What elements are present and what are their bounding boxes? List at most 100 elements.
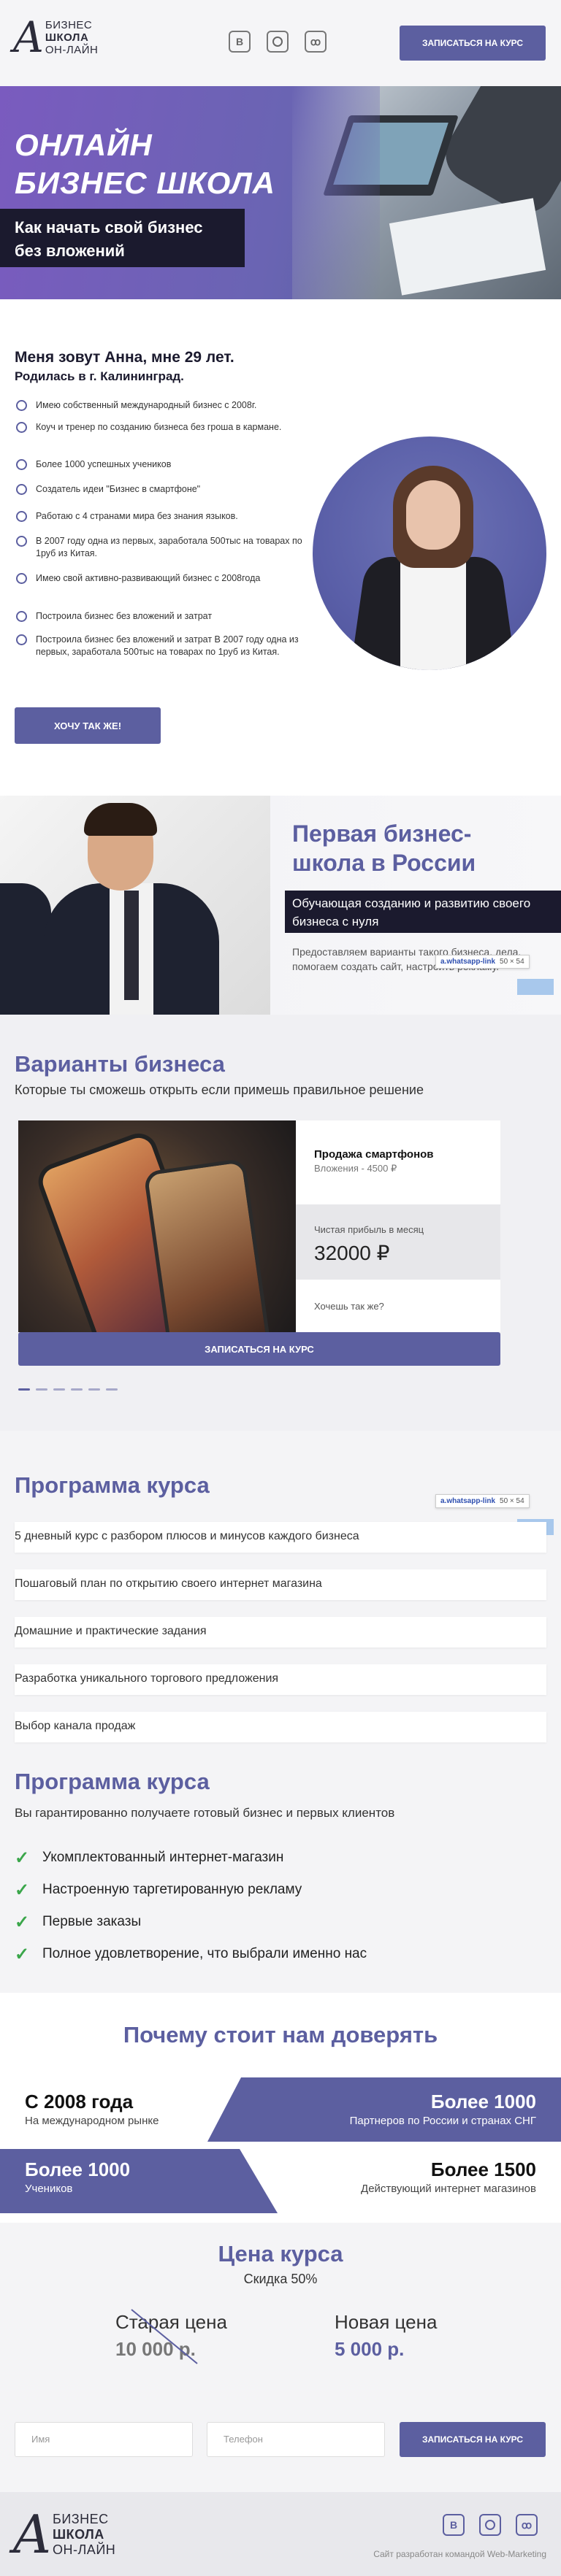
about-bullets: Имею собственный международный бизнес с … <box>16 399 305 677</box>
new-price: Новая цена 5 000 р. <box>335 2311 437 2361</box>
footer-social-links: В ꝏ <box>443 2514 538 2536</box>
program-item-text: Разработка уникального торгового предлож… <box>15 1672 279 1685</box>
about-bullet: Построила бизнес без вложений и затрат В… <box>16 634 305 677</box>
about-bullet: Создатель идеи "Бизнес в смартфоне" <box>16 483 305 510</box>
logo-mark: A <box>13 12 44 62</box>
bullet-circle-icon <box>16 511 27 522</box>
about-bullet-text: Работаю с 4 странами мира без знания язы… <box>36 511 238 521</box>
results-title: Программа курса <box>15 1769 210 1794</box>
profit-label: Чистая прибыль в месяц <box>314 1224 424 1235</box>
program-item-text: Пошаговый план по открытию своего интерн… <box>15 1577 322 1590</box>
check-icon: ✓ <box>15 1912 30 1932</box>
new-price-label: Новая цена <box>335 2311 438 2333</box>
want-same-button[interactable]: ХОЧУ ТАК ЖЕ! <box>15 707 161 744</box>
price-title: Цена курса <box>218 2241 343 2267</box>
result-item: ✓ Укомплектованный интернет-магазин <box>15 1842 367 1874</box>
school-band: Обучающая созданию и развитию своего биз… <box>285 891 561 933</box>
footer-logo-line-2: ШКОЛА <box>53 2526 104 2542</box>
slider-dot[interactable] <box>36 1388 47 1391</box>
profit-box: Чистая прибыль в месяц 32000 ₽ <box>296 1204 500 1280</box>
business-slide: Продажа смартфонов Вложения - 4500 ₽ Чис… <box>18 1120 500 1366</box>
businessman-photo <box>0 796 270 1015</box>
program-item: Домашние и практические задания <box>15 1617 546 1648</box>
logo-text: БИЗНЕС ШКОЛА ОН-ЛАЙН <box>45 19 98 56</box>
results-subtitle: Вы гарантированно получаете готовый бизн… <box>15 1806 395 1820</box>
trust-fact: Более 1000 Партнеров по России и странах… <box>350 2091 536 2127</box>
whatsapp-link[interactable] <box>517 979 554 995</box>
header: A БИЗНЕС ШКОЛА ОН-ЛАЙН В ꝏ ЗАПИСАТЬСЯ НА… <box>0 0 561 86</box>
trust-fact: С 2008 года На международном рынке <box>25 2091 159 2127</box>
slider-dot[interactable] <box>71 1388 83 1391</box>
variants-section: Варианты бизнеса Которые ты сможешь откр… <box>0 1015 561 1431</box>
program-item: 5 дневный курс с разбором плюсов и минус… <box>15 1522 546 1553</box>
program-item: Выбор канала продаж <box>15 1712 546 1742</box>
instagram-icon[interactable] <box>479 2514 501 2536</box>
old-price: Старая цена 10 000 р. <box>115 2309 227 2364</box>
slide-signup-button[interactable]: ЗАПИСАТЬСЯ НА КУРС <box>18 1332 500 1366</box>
whatsapp-tag-size: 50 × 54 <box>500 1497 524 1505</box>
about-bullet: Имею свой активно-развивающий бизнес с 2… <box>16 572 305 610</box>
result-item: ✓ Настроенную таргетированную рекламу <box>15 1874 367 1906</box>
about-heading-line-2: Родилась в г. Калининград. <box>15 369 184 383</box>
result-item-text: Укомплектованный интернет-магазин <box>42 1850 284 1865</box>
profit-value: 32000 ₽ <box>314 1242 390 1264</box>
instagram-icon[interactable] <box>267 31 289 53</box>
about-bullet-text: Коуч и тренер по созданию бизнеса без гр… <box>36 422 282 432</box>
result-item-text: Полное удовлетворение, что выбрали именн… <box>42 1946 367 1961</box>
footer-logo[interactable]: A БИЗНЕС ШКОЛА ОН-ЛАЙН <box>13 2508 115 2561</box>
card-question: Хочешь так же? <box>314 1301 384 1312</box>
new-price-value: 5 000 р. <box>335 2338 405 2360</box>
about-bullet-text: Более 1000 успешных учеников <box>36 459 172 469</box>
name-input[interactable]: Имя <box>15 2422 193 2457</box>
hero-title: ОНЛАЙН БИЗНЕС ШКОЛА <box>15 126 275 202</box>
check-icon: ✓ <box>15 1944 30 1964</box>
about-bullet: В 2007 году одна из первых, заработала 5… <box>16 535 305 572</box>
check-icon: ✓ <box>15 1848 30 1868</box>
bullet-circle-icon <box>16 536 27 547</box>
trust-fact-big: Более 1000 <box>25 2158 131 2180</box>
logo[interactable]: A БИЗНЕС ШКОЛА ОН-ЛАЙН <box>13 16 98 58</box>
hero-title-line-1: ОНЛАЙН <box>15 128 153 162</box>
footer-logo-mark: A <box>13 2504 51 2565</box>
hero-title-line-2: БИЗНЕС ШКОЛА <box>15 166 275 200</box>
hero-banner: ОНЛАЙН БИЗНЕС ШКОЛА Как начать свой бизн… <box>0 86 561 299</box>
trust-fact-small: На международном рынке <box>25 2115 159 2127</box>
trust-fact: Более 1000 Учеников <box>25 2158 130 2195</box>
first-school-section: Первая бизнес- школа в России Обучающая … <box>0 796 561 1015</box>
about-bullet-text: Имею собственный международный бизнес с … <box>36 400 257 410</box>
trust-title: Почему стоит нам доверять <box>123 2022 438 2048</box>
program-item: Пошаговый план по открытию своего интерн… <box>15 1569 546 1600</box>
phone-placeholder: Телефон <box>224 2434 263 2445</box>
variants-subtitle: Которые ты сможешь открыть если примешь … <box>15 1083 424 1097</box>
trust-fact-big: Более 1500 <box>430 2158 536 2180</box>
ok-icon[interactable]: ꝏ <box>516 2514 538 2536</box>
check-icon: ✓ <box>15 1880 30 1900</box>
form-signup-button[interactable]: ЗАПИСАТЬСЯ НА КУРС <box>400 2422 546 2457</box>
result-item: ✓ Первые заказы <box>15 1906 367 1938</box>
bullet-circle-icon <box>16 422 27 433</box>
hero-subtitle: Как начать свой бизнес без вложений <box>0 209 245 267</box>
name-placeholder: Имя <box>31 2434 50 2445</box>
slider-dot[interactable] <box>106 1388 118 1391</box>
whatsapp-tag: a.whatsapp-link 50 × 54 <box>435 955 530 969</box>
vk-icon[interactable]: В <box>229 31 251 53</box>
slider-dot[interactable] <box>88 1388 100 1391</box>
smartphone-photo <box>18 1120 296 1332</box>
about-heading: Меня зовут Анна, мне 29 лет. Родилась в … <box>15 349 292 384</box>
header-signup-button[interactable]: ЗАПИСАТЬСЯ НА КУРС <box>400 26 546 61</box>
about-bullet-text: Построила бизнес без вложений и затрат В… <box>36 634 299 657</box>
slider-dot[interactable] <box>53 1388 65 1391</box>
program-item-text: 5 дневный курс с разбором плюсов и минус… <box>15 1530 359 1542</box>
about-bullet-text: Построила бизнес без вложений и затрат <box>36 611 213 621</box>
school-title-line-2: школа в России <box>292 850 476 876</box>
card-title: Продажа смартфонов <box>314 1148 434 1161</box>
bullet-circle-icon <box>16 634 27 645</box>
program-item-text: Домашние и практические задания <box>15 1625 207 1637</box>
bullet-circle-icon <box>16 611 27 622</box>
whatsapp-tag-label: a.whatsapp-link <box>440 1497 496 1505</box>
slider-dot[interactable] <box>18 1388 30 1391</box>
about-bullet: Коуч и тренер по созданию бизнеса без гр… <box>16 421 305 458</box>
ok-icon[interactable]: ꝏ <box>305 31 327 53</box>
phone-input[interactable]: Телефон <box>207 2422 385 2457</box>
vk-icon[interactable]: В <box>443 2514 465 2536</box>
